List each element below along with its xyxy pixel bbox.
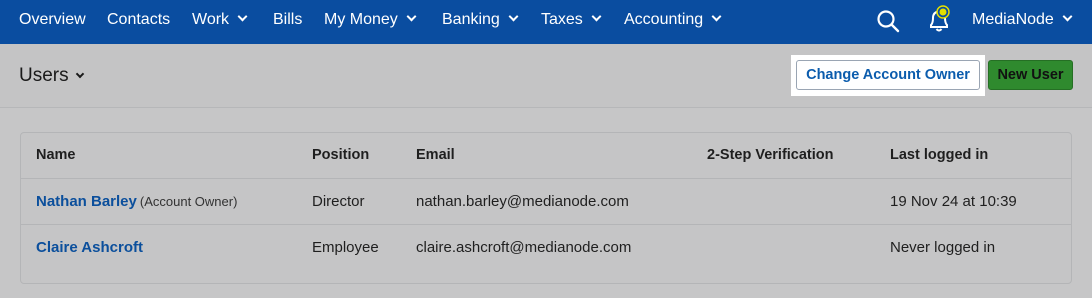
name-cell: Claire Ashcroft [36, 225, 146, 270]
column-header-last-logged-in[interactable]: Last logged in [890, 133, 988, 178]
nav-item-bills[interactable]: Bills [273, 0, 302, 40]
nav-item-label: Taxes [541, 11, 583, 28]
chevron-down-icon [508, 11, 519, 22]
users-table: Name Position Email 2-Step Verification … [20, 132, 1072, 284]
email-cell: claire.ashcroft@medianode.com [416, 239, 632, 256]
table-row: Nathan Barley (Account Owner) Director na… [21, 178, 1071, 223]
top-nav-bar: Overview Contacts Work Bills My Money Ba… [0, 0, 1092, 44]
chevron-down-icon [75, 69, 84, 79]
nav-item-work[interactable]: Work [192, 0, 248, 40]
account-menu[interactable]: MediaNode [972, 0, 1073, 40]
nav-item-label: Contacts [107, 11, 171, 28]
name-cell: Nathan Barley (Account Owner) [36, 179, 237, 224]
page-title-dropdown[interactable]: Users [19, 65, 84, 87]
column-header-2-step[interactable]: 2-Step Verification [707, 133, 834, 178]
user-name-link[interactable]: Claire Ashcroft [36, 239, 143, 256]
nav-item-accounting[interactable]: Accounting [624, 0, 722, 40]
nav-item-taxes[interactable]: Taxes [541, 0, 602, 40]
position-cell: Director [312, 193, 365, 210]
bell-icon[interactable] [924, 4, 954, 34]
chevron-down-icon [711, 11, 722, 22]
account-name: MediaNode [972, 11, 1054, 28]
table-header-row: Name Position Email 2-Step Verification … [21, 133, 1071, 178]
nav-item-label: Overview [19, 11, 86, 28]
chevron-down-icon [406, 11, 417, 22]
chevron-down-icon [591, 11, 602, 22]
nav-item-my-money[interactable]: My Money [324, 0, 417, 40]
account-owner-tag: (Account Owner) [139, 194, 238, 209]
position-cell: Employee [312, 239, 379, 256]
search-icon[interactable] [876, 9, 900, 33]
nav-item-label: Work [192, 11, 230, 28]
new-user-button[interactable]: New User [988, 60, 1073, 90]
email-cell: nathan.barley@medianode.com [416, 193, 629, 210]
last-logged-in-cell: 19 Nov 24 at 10:39 [890, 193, 1017, 210]
nav-item-label: Banking [442, 11, 500, 28]
nav-item-label: Accounting [624, 11, 704, 28]
chevron-down-icon [1062, 11, 1073, 22]
column-header-email[interactable]: Email [416, 133, 455, 178]
nav-item-overview[interactable]: Overview [19, 0, 86, 40]
user-name-link[interactable]: Nathan Barley [36, 193, 137, 210]
column-header-name[interactable]: Name [36, 133, 76, 178]
last-logged-in-cell: Never logged in [890, 239, 996, 256]
nav-item-contacts[interactable]: Contacts [107, 0, 170, 40]
nav-item-label: Bills [273, 11, 303, 28]
page-title: Users [19, 65, 69, 86]
nav-item-label: My Money [324, 11, 398, 28]
column-header-position[interactable]: Position [312, 133, 369, 178]
change-account-owner-button[interactable]: Change Account Owner [796, 60, 980, 90]
nav-item-banking[interactable]: Banking [442, 0, 519, 40]
table-row: Claire Ashcroft Employee claire.ashcroft… [21, 224, 1071, 269]
chevron-down-icon [237, 11, 248, 22]
